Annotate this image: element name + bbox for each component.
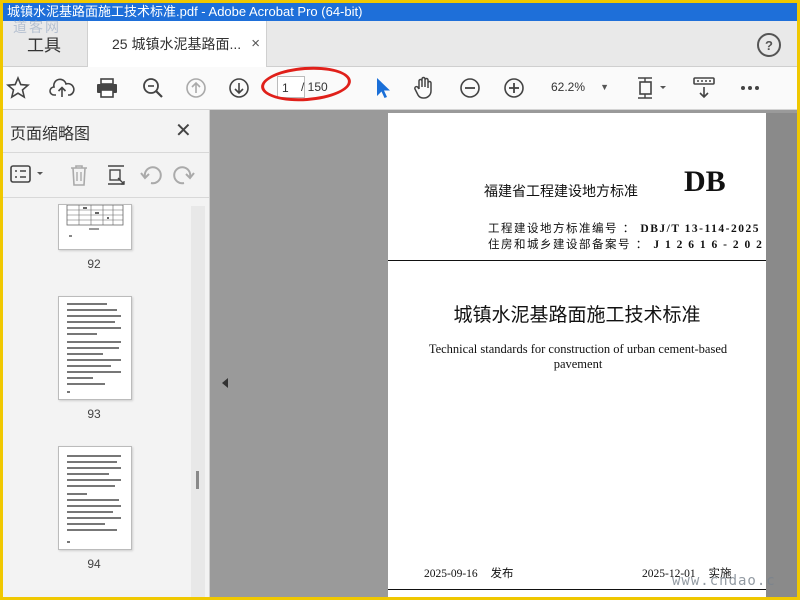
document-title-en: Technical standards for construction of … [428,342,728,371]
thumbnail-label-92: 92 [87,257,101,271]
document-record-number: J 1 2 6 1 6 - 2 0 2 5 [653,239,775,251]
zoom-level-value: 62.2% [551,80,586,94]
help-glyph: ? [765,37,773,53]
text-line [67,365,111,367]
thumbnail-panel: 页面缩略图 ✕ 92 93 94 [3,110,210,597]
previous-page-icon[interactable] [183,75,209,101]
text-line [67,383,105,385]
text-line [67,371,121,373]
document-standard-number: DBJ/T 13-114-2025 [640,223,760,235]
text-line [67,461,117,463]
text-line [67,485,115,487]
text-line [67,473,109,475]
thumbnail-label-94: 94 [87,557,101,571]
document-title-cn: 城镇水泥基路面施工技术标准 [453,305,701,326]
zoom-out-icon[interactable] [457,75,483,101]
watermark-site: www.cndao.c [672,573,776,589]
help-icon[interactable]: ? [757,33,781,57]
text-line [67,341,121,343]
text-line [67,499,119,501]
thumbnail-page-94[interactable] [58,446,132,550]
document-record-number-row: 住房和城乡建设部备案号 ： J 1 2 6 1 6 - 2 0 2 5 [488,236,775,252]
chevron-down-icon: ▼ [600,82,609,92]
bookmark-star-icon[interactable] [5,75,31,101]
text-line [67,455,121,457]
next-page-icon[interactable] [226,75,252,101]
document-top-rule [388,260,766,261]
rotate-left-icon[interactable] [139,163,163,192]
main-toolbar: 1 / 150 62.2% ▼ [3,63,797,110]
document-viewer[interactable]: 福建省工程建设地方标准 DB 工程建设地方标准编号 ： DBJ/T 13-114… [210,110,797,597]
thumbnail-scrollbar[interactable] [191,206,205,597]
select-arrow-icon[interactable] [369,75,395,101]
more-options-icon[interactable] [737,75,763,101]
tab-bar: 工具 25 城镇水泥基路面... × ? [3,21,797,67]
thumbnail-label-93: 93 [87,407,101,421]
text-line [67,505,121,507]
thumbnail-toolbar [3,152,209,198]
tab-document[interactable]: 25 城镇水泥基路面... × [87,21,267,67]
text-line [67,541,70,543]
window-title-bar: 城镇水泥基路面施工技术标准.pdf - Adobe Acrobat Pro (6… [3,3,797,21]
scrollbar-thumb[interactable] [196,471,199,489]
document-bottom-rule [388,589,766,590]
document-issue-date-value: 2025-09-16 [424,568,478,580]
text-line [67,359,121,361]
zoom-level-select[interactable]: 62.2% ▼ [543,76,615,98]
insert-page-icon[interactable] [104,163,128,192]
text-line [67,467,121,469]
text-line [67,493,87,495]
document-record-number-label: 住房和城乡建设部备案号 [488,239,631,251]
text-line [67,353,103,355]
collapse-panel-arrow-icon[interactable] [222,378,228,388]
tab-document-label: 25 城镇水泥基路面... [112,36,242,52]
thumbnail-options-icon[interactable] [10,163,46,192]
document-standard-number-sep: ： [622,223,636,235]
text-line [67,377,93,379]
thumbnail-page-92[interactable] [58,204,132,250]
text-line [67,479,121,481]
rotate-right-icon[interactable] [172,163,196,192]
text-line [67,391,70,393]
cloud-upload-icon[interactable] [49,75,75,101]
zoom-in-icon[interactable] [501,75,527,101]
text-line [67,327,121,329]
close-icon[interactable]: ✕ [175,118,192,143]
text-line [67,523,105,525]
document-province-standard: 福建省工程建设地方标准 [484,183,638,199]
document-standard-number-row: 工程建设地方标准编号 ： DBJ/T 13-114-2025 [488,220,760,236]
thumbnail-page-93[interactable] [58,296,132,400]
watermark-logo: 道客网 [13,20,61,36]
text-line [67,347,119,349]
document-standard-number-label: 工程建设地方标准编号 [488,223,618,235]
text-line [67,309,117,311]
document-record-number-sep: ： [635,239,649,251]
text-line [67,517,121,519]
delete-page-icon[interactable] [67,163,91,192]
tab-close-icon[interactable]: × [251,35,260,52]
page-fit-icon[interactable] [633,75,673,101]
text-line [67,315,121,317]
viewer-right-gutter [766,113,797,597]
text-line [67,511,113,513]
hand-tool-icon[interactable] [411,75,437,101]
text-line [67,321,115,323]
text-line [67,303,107,305]
document-issue-date: 2025-09-16 发布 [424,565,514,581]
document-db-badge: DB [684,165,726,198]
print-icon[interactable] [94,75,120,101]
scroll-mode-icon[interactable] [691,75,717,101]
text-line [67,529,117,531]
search-zoom-icon[interactable] [140,75,166,101]
document-issue-label: 发布 [490,568,514,580]
red-annotation-ellipse [259,63,353,105]
thumbnail-panel-title: 页面缩略图 [10,126,91,143]
app-window: 城镇水泥基路面施工技术标准.pdf - Adobe Acrobat Pro (6… [3,3,797,597]
text-line [67,333,97,335]
document-page: 福建省工程建设地方标准 DB 工程建设地方标准编号 ： DBJ/T 13-114… [388,113,774,597]
